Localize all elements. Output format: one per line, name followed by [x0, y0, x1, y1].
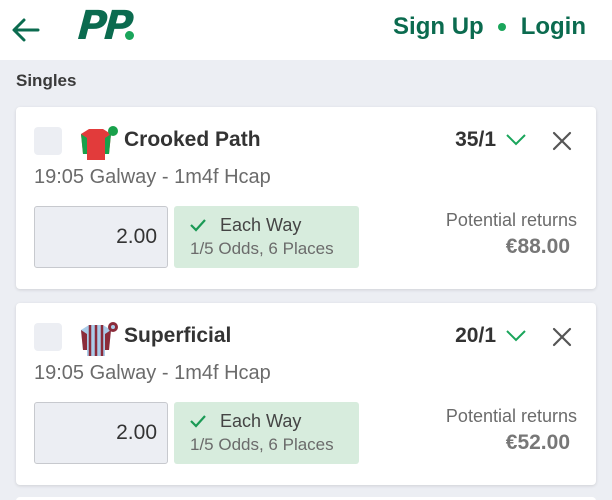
potential-returns-label: Potential returns: [445, 406, 577, 426]
select-bet-checkbox[interactable]: [34, 323, 62, 351]
each-way-label: Each Way: [220, 411, 302, 431]
potential-returns-value: €88.00: [505, 235, 570, 258]
potential-returns-label: Potential returns: [445, 210, 577, 230]
separator-dot: [497, 23, 506, 31]
horse-name: Crooked Path: [124, 128, 261, 151]
odds-value: 20/1: [455, 324, 496, 347]
each-way-toggle[interactable]: Each Way 1/5 Odds, 6 Places: [174, 206, 359, 268]
brand-logo[interactable]: PP: [76, 3, 132, 49]
app-header: PP Sign Up Login: [0, 0, 612, 60]
each-way-toggle[interactable]: Each Way 1/5 Odds, 6 Places: [174, 402, 359, 464]
odds-value: 35/1: [455, 128, 496, 151]
login-link[interactable]: Login: [521, 13, 586, 41]
horse-name: Superficial: [124, 324, 232, 347]
auth-links: Sign Up Login: [393, 12, 586, 42]
bet-card: Superficial 20/1 19:05 Galway - 1m4f Hca…: [16, 303, 596, 485]
logo-dot: [125, 31, 134, 40]
section-title: Singles: [16, 71, 77, 90]
each-way-terms: 1/5 Odds, 6 Places: [190, 435, 334, 454]
race-info: 19:05 Galway - 1m4f Hcap: [34, 362, 271, 384]
stake-input[interactable]: 2.00: [34, 402, 168, 464]
jockey-silk-icon: [81, 126, 118, 160]
potential-returns-value: €52.00: [505, 431, 570, 454]
each-way-label: Each Way: [220, 215, 302, 235]
race-info: 19:05 Galway - 1m4f Hcap: [34, 166, 271, 188]
sign-up-link[interactable]: Sign Up: [393, 13, 484, 41]
odds-selector[interactable]: 35/1: [455, 128, 526, 152]
jockey-silk-icon: [81, 322, 118, 356]
each-way-terms: 1/5 Odds, 6 Places: [190, 239, 334, 258]
odds-selector[interactable]: 20/1: [455, 324, 526, 348]
select-bet-checkbox[interactable]: [34, 127, 62, 155]
close-icon[interactable]: [552, 131, 572, 151]
chevron-down-icon: [506, 330, 526, 342]
back-arrow-icon[interactable]: [10, 12, 42, 48]
check-icon: [190, 415, 206, 428]
bet-card: Crooked Path 35/1 19:05 Galway - 1m4f Hc…: [16, 107, 596, 289]
check-icon: [190, 219, 206, 232]
close-icon[interactable]: [552, 327, 572, 347]
chevron-down-icon: [506, 134, 526, 146]
stake-input[interactable]: 2.00: [34, 206, 168, 268]
